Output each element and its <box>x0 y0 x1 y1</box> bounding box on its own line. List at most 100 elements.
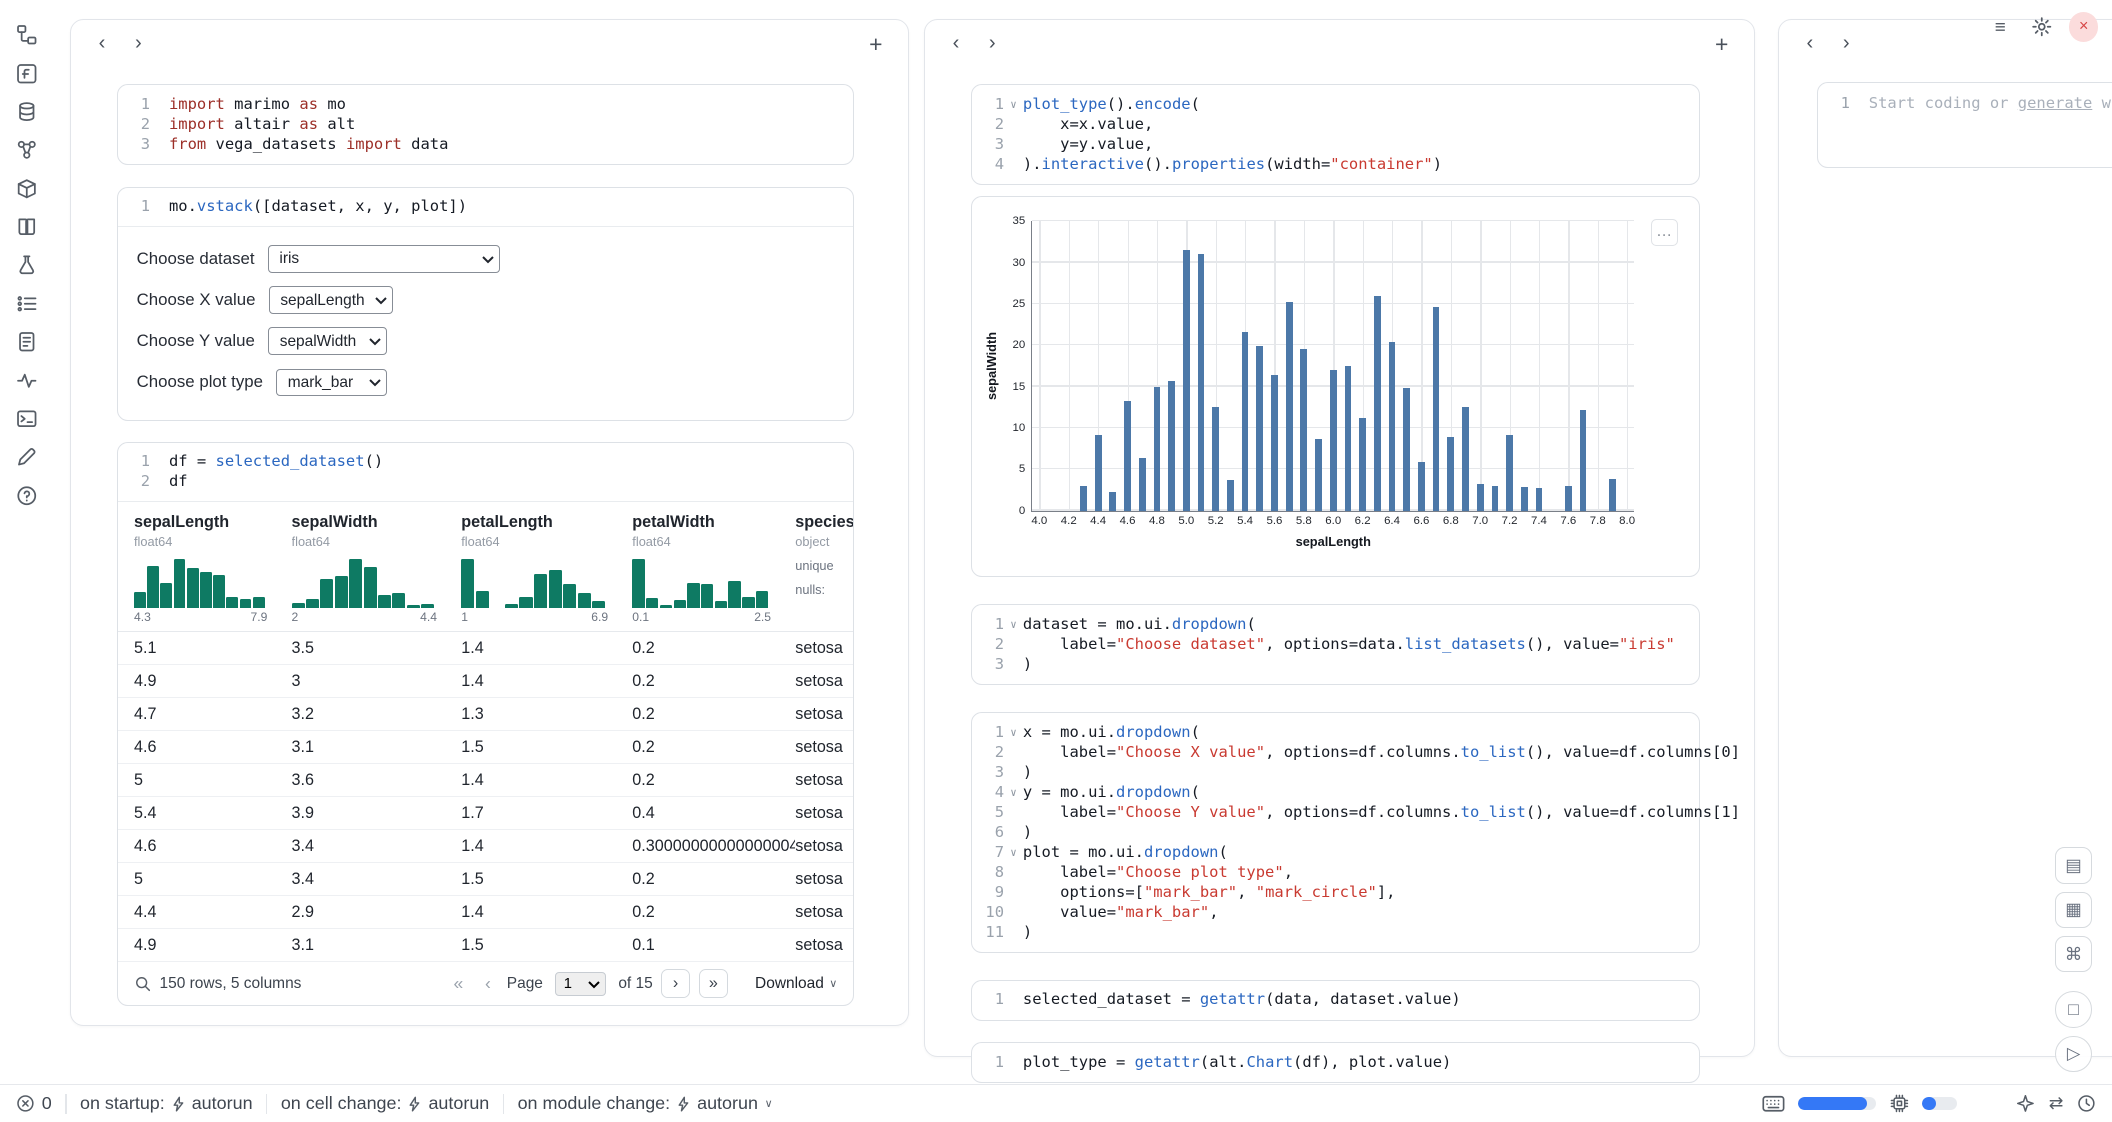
code-editor[interactable]: 1mo.vstack([dataset, x, y, plot]) <box>118 188 853 227</box>
data-sources-icon[interactable] <box>15 100 39 124</box>
code-line[interactable]: 5 label="Choose Y value", options=df.col… <box>972 803 1689 823</box>
code-line[interactable]: 2 label="Choose dataset", options=data.l… <box>972 635 1689 655</box>
code-cell-dataframe[interactable]: 1df = selected_dataset()2df sepalLength … <box>117 442 854 1006</box>
error-indicator[interactable]: 0 <box>16 1093 52 1114</box>
code-line[interactable]: 2df <box>118 472 843 492</box>
interrupt-stop-icon[interactable]: □ <box>2055 991 2091 1027</box>
code-line[interactable]: 1plot_type = getattr(alt.Chart(df), plot… <box>972 1053 1689 1073</box>
cpu-chip-icon[interactable] <box>1890 1094 1909 1113</box>
code-cell-dataset-dropdown[interactable]: 1∨dataset = mo.ui.dropdown(2 label="Choo… <box>971 604 1700 685</box>
code-editor[interactable]: 1∨x = mo.ui.dropdown(2 label="Choose X v… <box>972 713 1699 952</box>
file-explorer-icon[interactable] <box>15 23 39 47</box>
scroll-left-button[interactable]: ‹ <box>944 31 968 58</box>
search-icon[interactable] <box>134 975 152 993</box>
code-line[interactable]: 3 y=y.value, <box>972 135 1689 155</box>
table-row[interactable]: 4.63.41.40.30000000000000004setosa <box>118 830 853 863</box>
code-line[interactable]: 11) <box>972 923 1689 943</box>
code-line[interactable]: 2 x=x.value, <box>972 115 1689 135</box>
table-row[interactable]: 5.13.51.40.2setosa <box>118 632 853 665</box>
code-editor[interactable]: 1import marimo as mo2import altair as al… <box>118 85 853 164</box>
variables-icon[interactable] <box>15 61 39 85</box>
code-cell-plot-type[interactable]: 1plot_type = getattr(alt.Chart(df), plot… <box>971 1042 1700 1083</box>
code-line[interactable]: 1df = selected_dataset() <box>118 452 843 472</box>
fold-marker[interactable]: ∨ <box>1004 783 1023 803</box>
table-row[interactable]: 4.63.11.50.2setosa <box>118 731 853 764</box>
code-cell-imports[interactable]: 1import marimo as mo2import altair as al… <box>117 84 854 165</box>
fold-marker[interactable]: ∨ <box>1004 615 1023 635</box>
code-editor[interactable]: 1∨plot_type().encode(2 x=x.value,3 y=y.v… <box>972 85 1699 184</box>
table-row[interactable]: 53.41.50.2setosa <box>118 863 853 896</box>
code-line[interactable]: 8 label="Choose plot type", <box>972 863 1689 883</box>
code-cell-xy-plot-dropdowns[interactable]: 1∨x = mo.ui.dropdown(2 label="Choose X v… <box>971 712 1700 953</box>
scroll-left-button[interactable]: ‹ <box>1798 31 1822 58</box>
code-cell-selected-dataset[interactable]: 1selected_dataset = getattr(data, datase… <box>971 980 1700 1021</box>
table-row[interactable]: 4.42.91.40.2setosa <box>118 896 853 929</box>
on-module-change-setting[interactable]: on module change: autorun ∨ <box>518 1093 773 1114</box>
next-page-button[interactable]: › <box>661 969 691 999</box>
code-line[interactable]: 1∨plot_type().encode( <box>972 95 1689 115</box>
column-header-petalWidth[interactable]: petalWidth float64 0.12.5 <box>632 513 795 631</box>
code-cell-vstack[interactable]: 1mo.vstack([dataset, x, y, plot]) Choose… <box>117 187 854 422</box>
fold-marker[interactable]: ∨ <box>1004 723 1023 743</box>
code-cell-plot[interactable]: 1∨plot_type().encode(2 x=x.value,3 y=y.v… <box>971 84 1700 185</box>
code-line[interactable]: 10 value="mark_bar", <box>972 903 1689 923</box>
save-layout-icon[interactable]: ▤ <box>2055 847 2091 883</box>
code-line[interactable]: 1import marimo as mo <box>118 95 843 115</box>
code-editor[interactable]: 1∨dataset = mo.ui.dropdown(2 label="Choo… <box>972 605 1699 684</box>
table-row[interactable]: 4.73.21.30.2setosa <box>118 698 853 731</box>
chart-plot-area[interactable]: sepalWidth sepalLength 4.04.24.44.64.85.… <box>1031 221 1634 511</box>
table-row[interactable]: 5.43.91.70.4setosa <box>118 797 853 830</box>
generate-with-ai-link[interactable]: generate <box>2018 94 2093 112</box>
column-header-species[interactable]: species object unique nulls: <box>795 513 853 631</box>
code-line[interactable]: 3) <box>972 763 1689 783</box>
runtime-clock-icon[interactable] <box>2077 1094 2096 1113</box>
code-line[interactable]: 6) <box>972 823 1689 843</box>
snippets-icon[interactable] <box>15 292 39 316</box>
code-line[interactable]: 4∨y = mo.ui.dropdown( <box>972 783 1689 803</box>
code-line[interactable]: 3from vega_datasets import data <box>118 135 843 155</box>
run-all-play-icon[interactable]: ▷ <box>2055 1036 2091 1072</box>
table-row[interactable]: 4.931.40.2setosa <box>118 665 853 698</box>
keyboard-icon[interactable] <box>1762 1095 1785 1113</box>
chart-actions-menu-icon[interactable]: … <box>1651 219 1678 246</box>
dataset-select[interactable]: iris <box>268 245 500 273</box>
add-cell-button[interactable]: + <box>862 31 889 58</box>
add-cell-button[interactable]: + <box>1708 31 1735 58</box>
swap-columns-icon[interactable]: ⇄ <box>2049 1093 2064 1114</box>
settings-gear-icon[interactable] <box>2027 12 2057 42</box>
page-select[interactable]: 1 <box>555 972 606 996</box>
terminal-icon[interactable] <box>15 407 39 431</box>
code-line[interactable]: 4).interactive().properties(width="conta… <box>972 155 1689 175</box>
menu-icon[interactable]: ≡ <box>1985 12 2015 42</box>
y-value-select[interactable]: sepalWidth <box>268 327 387 355</box>
code-line[interactable]: 7∨plot = mo.ui.dropdown( <box>972 843 1689 863</box>
documentation-icon[interactable] <box>15 330 39 354</box>
scroll-left-button[interactable]: ‹ <box>90 31 114 58</box>
scroll-right-button[interactable]: › <box>980 31 1004 58</box>
last-page-button[interactable]: » <box>699 969 729 999</box>
code-line[interactable]: 2import altair as alt <box>118 115 843 135</box>
first-page-button[interactable]: « <box>448 973 470 994</box>
table-row[interactable]: 53.61.40.2setosa <box>118 764 853 797</box>
code-line[interactable]: 1∨dataset = mo.ui.dropdown( <box>972 615 1689 635</box>
code-editor[interactable]: 1df = selected_dataset()2df <box>118 443 853 502</box>
column-header-petalLength[interactable]: petalLength float64 16.9 <box>461 513 632 631</box>
code-line[interactable]: 3) <box>972 655 1689 675</box>
grid-layout-icon[interactable]: ▦ <box>2055 892 2091 928</box>
code-editor[interactable]: 1selected_dataset = getattr(data, datase… <box>972 981 1699 1020</box>
packages-icon[interactable] <box>15 176 39 200</box>
keyboard-shortcuts-cmd-icon[interactable]: ⌘ <box>2055 936 2091 972</box>
column-header-sepalWidth[interactable]: sepalWidth float64 24.4 <box>292 513 462 631</box>
x-value-select[interactable]: sepalLength <box>269 286 393 314</box>
fold-marker[interactable]: ∨ <box>1004 95 1023 115</box>
code-line[interactable]: 1∨x = mo.ui.dropdown( <box>972 723 1689 743</box>
scroll-right-button[interactable]: › <box>1834 31 1858 58</box>
outline-icon[interactable] <box>15 215 39 239</box>
column-header-sepalLength[interactable]: sepalLength float64 4.37.9 <box>134 513 292 631</box>
previous-page-button[interactable]: ‹ <box>477 973 499 994</box>
on-cell-change-setting[interactable]: on cell change: autorun <box>281 1093 489 1114</box>
empty-code-cell[interactable]: 1 Start coding or generate with AI <box>1817 82 2112 169</box>
download-button[interactable]: Download ∨ <box>755 975 837 993</box>
compose-icon[interactable] <box>15 445 39 469</box>
fold-marker[interactable]: ∨ <box>1004 843 1023 863</box>
